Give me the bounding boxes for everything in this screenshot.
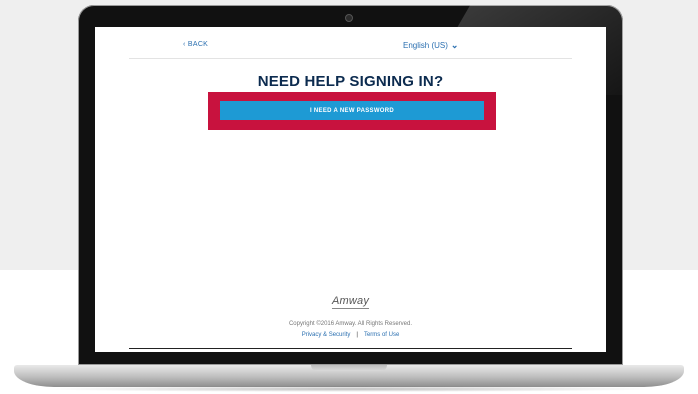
privacy-link[interactable]: Privacy & Security (302, 332, 351, 338)
back-link[interactable]: ‹ BACK (183, 41, 208, 48)
new-password-button[interactable]: I NEED A NEW PASSWORD (220, 101, 484, 120)
bottom-divider (129, 348, 572, 349)
laptop-shadow (40, 386, 660, 392)
highlight-box: I NEED A NEW PASSWORD (208, 92, 496, 130)
footer-links: Privacy & Security | Terms of Use (95, 332, 606, 338)
laptop-screen: ‹ BACK English (US) ⌄ NEED HELP SIGNING I… (95, 27, 606, 352)
link-separator: | (356, 332, 358, 338)
back-label: BACK (187, 41, 209, 48)
language-selector[interactable]: English (US) ⌄ (403, 40, 458, 51)
logo-text: Amway (331, 295, 370, 309)
base-notch (311, 365, 387, 371)
terms-link[interactable]: Terms of Use (364, 332, 399, 338)
copyright-text: Copyright ©2016 Amway. All Rights Reserv… (288, 321, 413, 327)
page-title: NEED HELP SIGNING IN? (257, 73, 444, 90)
amway-logo: Amway (95, 295, 606, 309)
chevron-down-icon: ⌄ (450, 40, 459, 50)
laptop-base (14, 365, 684, 387)
language-label: English (US) (403, 41, 448, 50)
camera-icon (345, 14, 353, 22)
